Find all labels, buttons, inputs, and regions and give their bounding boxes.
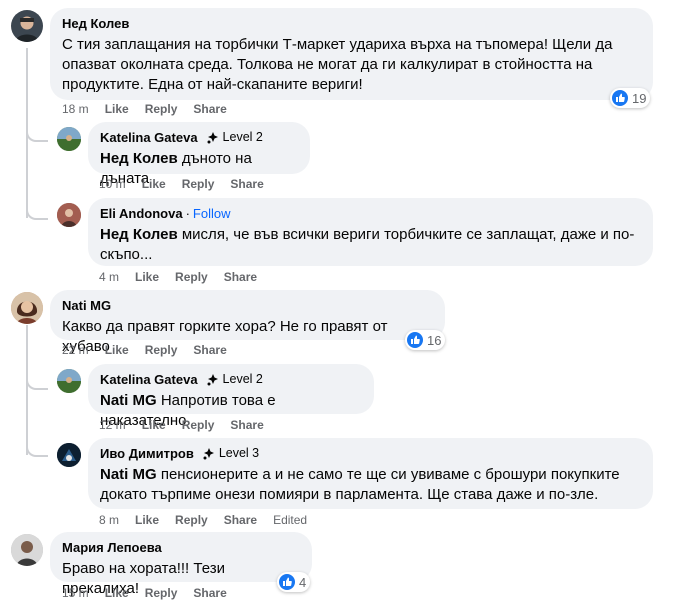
like-button[interactable]: Like: [135, 270, 159, 284]
reply-header: Katelina Gateva Level 2: [100, 129, 298, 146]
comment-time[interactable]: 18 m: [62, 102, 89, 116]
reply-body: пенсионерите а и не само те ще си увивам…: [100, 466, 620, 503]
reply-actions: 10 m Like Reply Share: [99, 177, 280, 191]
reply-button[interactable]: Reply: [175, 513, 208, 527]
avatar[interactable]: [57, 203, 81, 227]
like-button[interactable]: Like: [142, 177, 166, 191]
level-badge-label: Level 3: [218, 446, 260, 460]
comment-bubble: Nati MG Какво да правят горките хора? Не…: [50, 290, 445, 355]
avatar[interactable]: [57, 443, 81, 467]
share-button[interactable]: Share: [193, 343, 226, 357]
reply-time[interactable]: 10 m: [99, 177, 126, 191]
mention-link[interactable]: Нед Колев: [100, 226, 178, 243]
reply-author[interactable]: Eli Andonova: [100, 205, 183, 222]
reaction-count[interactable]: 16: [405, 330, 446, 350]
like-thumb-icon: [279, 574, 295, 590]
share-button[interactable]: Share: [193, 586, 226, 600]
comment-bubble: Мария Лепоева Браво на хората!!! Тези пр…: [50, 532, 312, 597]
like-button[interactable]: Like: [105, 102, 129, 116]
avatar[interactable]: [57, 127, 81, 151]
mention-link[interactable]: Nati MG: [100, 392, 157, 409]
reply-text: Нед Колев мисля, че във всички вериги то…: [100, 225, 641, 265]
level-badge[interactable]: Level 3: [202, 445, 259, 462]
comment-author[interactable]: Nati MG: [62, 297, 433, 314]
comment-actions: 18 m Like Reply Share: [62, 102, 243, 116]
mention-link[interactable]: Nati MG: [100, 466, 157, 483]
level-badge-label: Level 2: [222, 130, 263, 144]
comment-author[interactable]: Мария Лепоева: [62, 539, 300, 556]
like-thumb-icon: [612, 90, 628, 106]
share-button[interactable]: Share: [224, 513, 257, 527]
reaction-number: 16: [427, 332, 442, 348]
level-badge[interactable]: Level 2: [206, 129, 263, 146]
edited-label: Edited: [273, 513, 308, 527]
reply-actions: 8 m Like Reply Share Edited: [99, 513, 307, 527]
reply-bubble: Иво Димитров Level 3 Nati MG пенсионерит…: [88, 438, 653, 509]
reply-author[interactable]: Katelina Gateva: [100, 371, 198, 388]
avatar[interactable]: [11, 10, 43, 42]
reply-button[interactable]: Reply: [175, 270, 208, 284]
like-button[interactable]: Like: [105, 586, 129, 600]
comment-bubble: Нед Колев С тия заплащания на торбички Т…: [50, 8, 653, 100]
reply-actions: 4 m Like Reply Share: [99, 270, 273, 284]
comment-text: С тия заплащания на торбички Т-маркет уд…: [62, 36, 613, 93]
like-button[interactable]: Like: [105, 343, 129, 357]
thread-branch: [26, 118, 48, 142]
rising-fan-icon: [207, 131, 218, 143]
share-button[interactable]: Share: [224, 270, 257, 284]
reply-button[interactable]: Reply: [145, 102, 178, 116]
comment-actions: 22 m Like Reply Share: [62, 343, 243, 357]
reply-author[interactable]: Иво Димитров: [100, 445, 194, 462]
reply-time[interactable]: 4 m: [99, 270, 119, 284]
thread-branch: [26, 433, 48, 457]
like-thumb-icon: [407, 332, 423, 348]
reaction-count[interactable]: 19: [610, 88, 651, 108]
reaction-count[interactable]: 4: [277, 572, 311, 592]
share-button[interactable]: Share: [230, 418, 263, 432]
reply-button[interactable]: Reply: [145, 343, 178, 357]
rising-fan-icon: [207, 373, 218, 385]
like-button[interactable]: Like: [135, 513, 159, 527]
comment-author[interactable]: Нед Колев: [62, 15, 641, 32]
reply-header: Eli Andonova · Follow: [100, 205, 641, 222]
level-badge-label: Level 2: [222, 372, 263, 386]
reply-button[interactable]: Reply: [182, 177, 215, 191]
like-button[interactable]: Like: [142, 418, 166, 432]
reply-button[interactable]: Reply: [145, 586, 178, 600]
level-badge[interactable]: Level 2: [206, 371, 263, 388]
thread-branch: [26, 366, 48, 390]
reply-text: Nati MG пенсионерите а и не само те ще с…: [100, 465, 641, 505]
reply-bubble: Eli Andonova · Follow Нед Колев мисля, ч…: [88, 198, 653, 266]
avatar[interactable]: [11, 534, 43, 566]
share-button[interactable]: Share: [193, 102, 226, 116]
mention-link[interactable]: Нед Колев: [100, 150, 178, 167]
separator-dot: ·: [185, 206, 190, 221]
comment-actions: 15 m Like Reply Share: [62, 586, 243, 600]
reply-bubble: Katelina Gateva Level 2 Nati MG Напротив…: [88, 364, 374, 429]
reply-time[interactable]: 12 m: [99, 418, 126, 432]
reply-bubble: Katelina Gateva Level 2 Нед Колев дъното…: [88, 122, 310, 187]
avatar[interactable]: [11, 292, 43, 324]
comment-time[interactable]: 15 m: [62, 586, 89, 600]
reply-time[interactable]: 8 m: [99, 513, 119, 527]
avatar[interactable]: [57, 369, 81, 393]
reply-actions: 12 m Like Reply Share: [99, 418, 280, 432]
thread-branch: [26, 196, 48, 220]
comment-time[interactable]: 22 m: [62, 343, 89, 357]
follow-button[interactable]: Follow: [193, 205, 231, 222]
reply-author[interactable]: Katelina Gateva: [100, 129, 198, 146]
rising-fan-icon: [203, 447, 214, 459]
reply-button[interactable]: Reply: [182, 418, 215, 432]
reaction-number: 4: [299, 574, 307, 590]
share-button[interactable]: Share: [230, 177, 263, 191]
reply-body: мисля, че във всички вериги торбичките с…: [100, 226, 635, 263]
reply-header: Katelina Gateva Level 2: [100, 371, 362, 388]
reaction-number: 19: [632, 90, 647, 106]
reply-header: Иво Димитров Level 3: [100, 445, 641, 462]
